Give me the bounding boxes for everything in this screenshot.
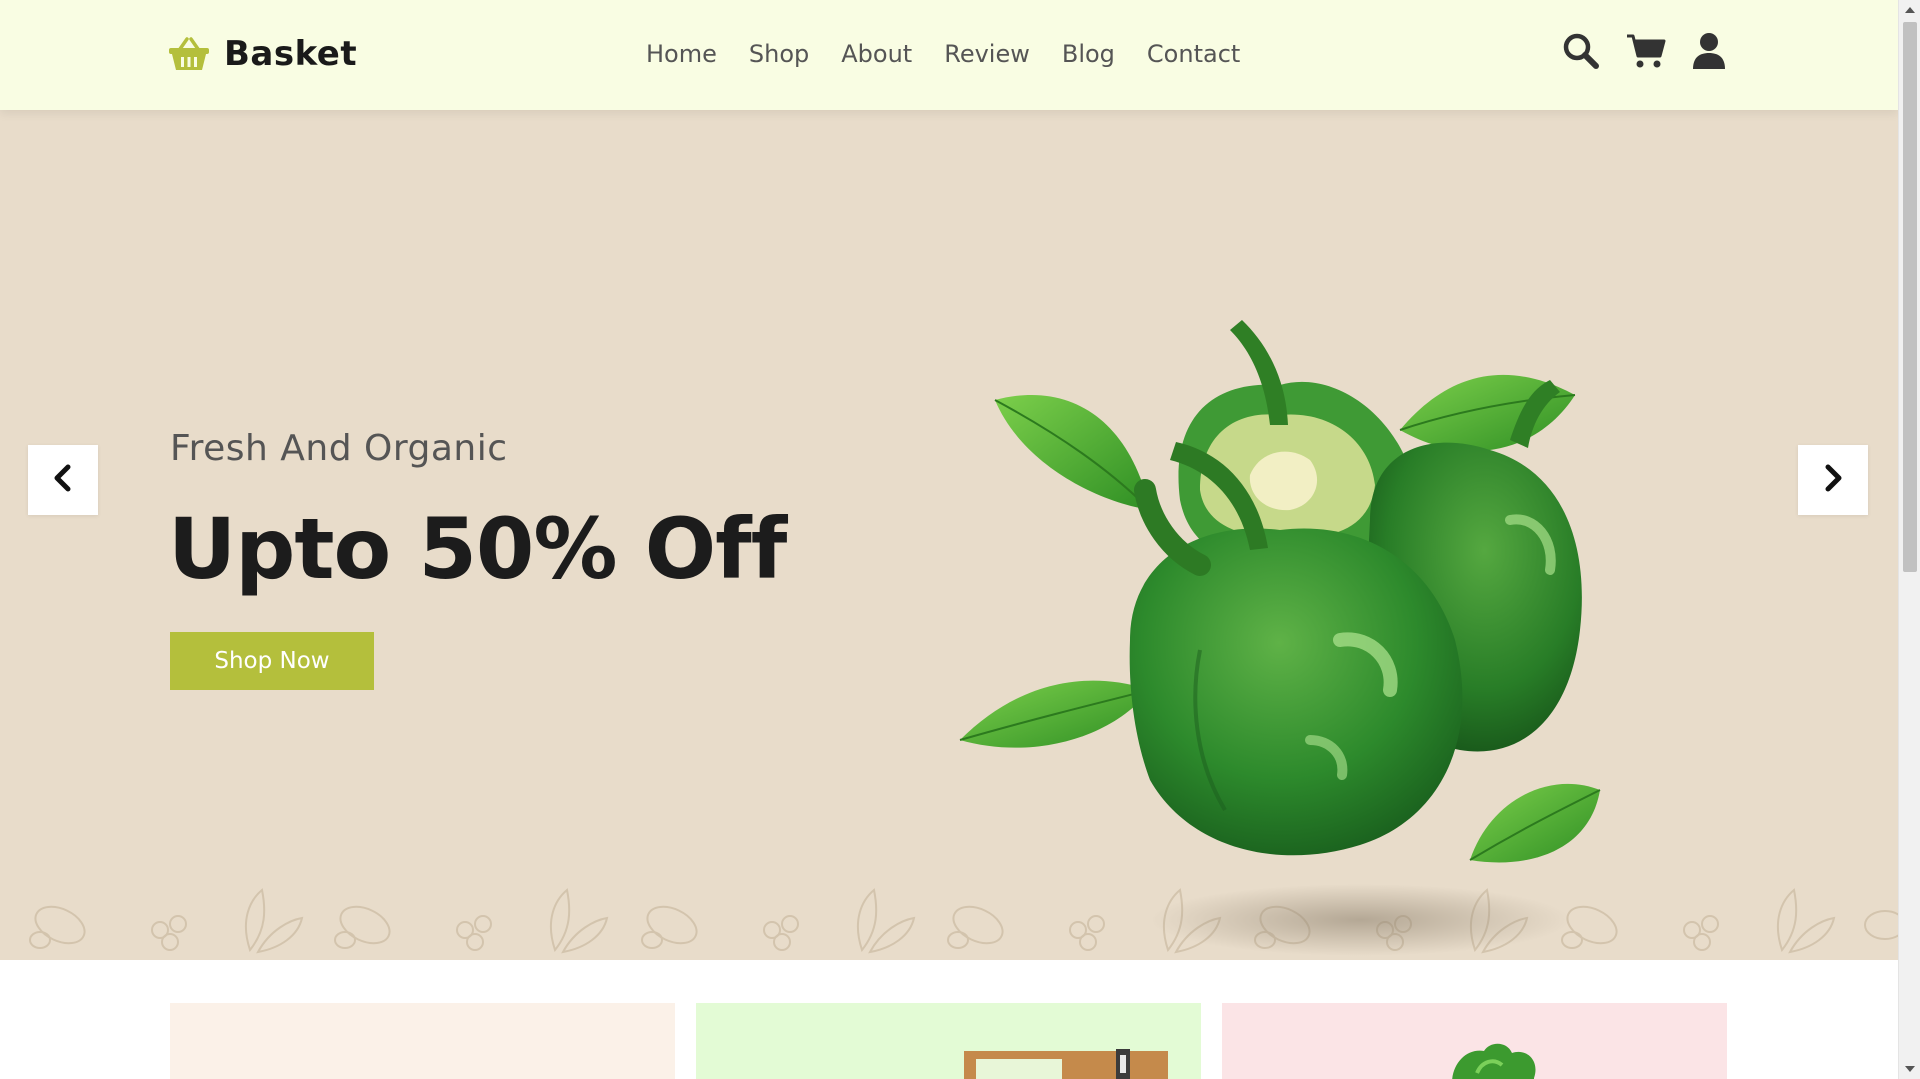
site-header: Basket Home Shop About Review Blog Conta…	[0, 0, 1898, 110]
nav-shop[interactable]: Shop	[749, 36, 809, 72]
chevron-right-icon	[1822, 464, 1844, 496]
brand-logo[interactable]: Basket	[168, 30, 357, 78]
nav-about[interactable]: About	[841, 36, 912, 72]
scroll-up-arrow[interactable]	[1899, 0, 1920, 20]
nav-home[interactable]: Home	[646, 36, 717, 72]
shop-now-button[interactable]: Shop Now	[170, 632, 374, 690]
product-box-image	[964, 1049, 1168, 1079]
hero-title: Upto 50% Off	[168, 500, 787, 598]
user-icon[interactable]	[1692, 32, 1726, 70]
header-actions	[1562, 32, 1726, 70]
slider-next-button[interactable]	[1798, 445, 1868, 515]
page-scrollbar[interactable]	[1898, 0, 1920, 1079]
brand-name: Basket	[224, 34, 358, 74]
scroll-down-arrow[interactable]	[1899, 1059, 1920, 1079]
feature-cards	[170, 1003, 1727, 1079]
cart-icon[interactable]	[1626, 33, 1666, 69]
scrollbar-thumb[interactable]	[1903, 22, 1917, 572]
feature-card[interactable]	[1222, 1003, 1727, 1079]
slider-prev-button[interactable]	[28, 445, 98, 515]
nav-blog[interactable]: Blog	[1062, 36, 1115, 72]
green-bell-peppers-image	[959, 320, 1601, 956]
main-nav: Home Shop About Review Blog Contact	[646, 36, 1272, 72]
hero-slider: Fresh And Organic Upto 50% Off Shop Now	[0, 110, 1898, 960]
feature-card[interactable]	[170, 1003, 675, 1079]
nav-contact[interactable]: Contact	[1147, 36, 1240, 72]
search-icon[interactable]	[1562, 32, 1600, 70]
leafy-greens-image	[1452, 1043, 1536, 1079]
hero-subtitle: Fresh And Organic	[170, 428, 508, 469]
nav-review[interactable]: Review	[944, 36, 1030, 72]
page-viewport: Basket Home Shop About Review Blog Conta…	[0, 0, 1898, 1079]
feature-card[interactable]	[696, 1003, 1201, 1079]
basket-icon	[168, 37, 210, 71]
chevron-left-icon	[52, 464, 74, 496]
